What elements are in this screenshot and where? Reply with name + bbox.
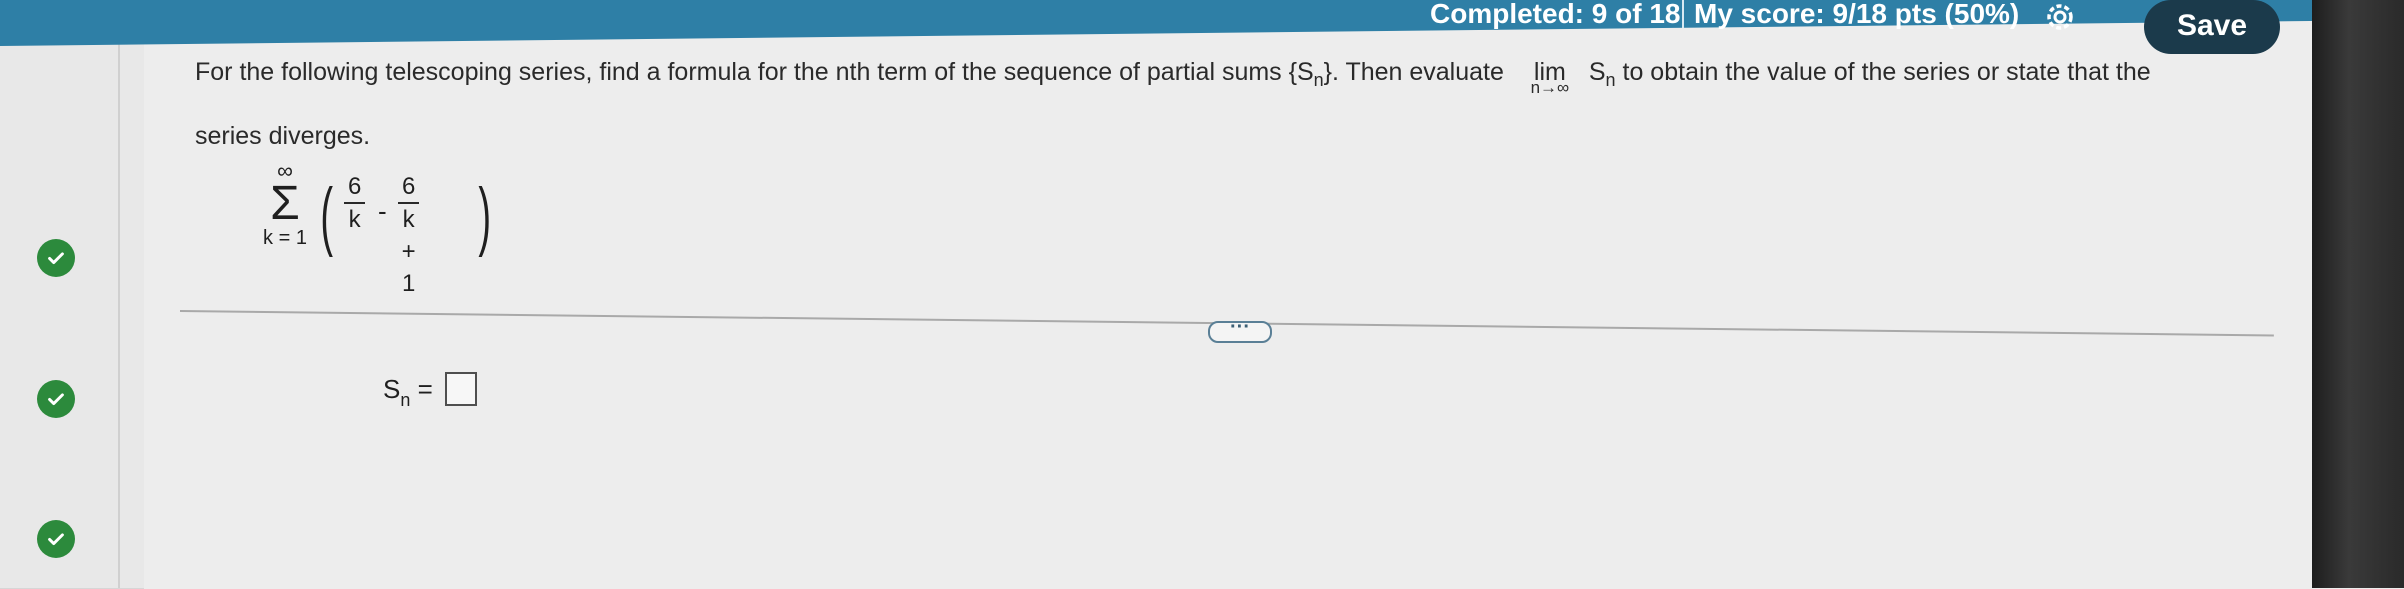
- answer-input[interactable]: [445, 372, 477, 406]
- question-text: For the following telescoping series, fi…: [195, 44, 2205, 164]
- summation: ∞ Σ k = 1: [250, 160, 320, 250]
- question-text-part: }. Then evaluate: [1323, 58, 1504, 86]
- checkmark-icon[interactable]: [37, 380, 75, 418]
- checkmark-icon[interactable]: [37, 239, 75, 277]
- fraction-denominator: k + 1: [401, 206, 416, 297]
- question-text-part: For the following telescoping series, fi…: [195, 58, 1314, 86]
- screen-bezel: [2312, 0, 2404, 588]
- fraction-2: 6 k + 1: [398, 172, 420, 300]
- sidebar-divider: [118, 0, 120, 588]
- summation-lower-limit: k = 1: [263, 227, 307, 249]
- fraction-1: 6 k: [344, 172, 366, 236]
- answer-label: Sn =: [383, 374, 433, 411]
- minus-sign: -: [378, 196, 387, 226]
- right-paren: ): [478, 173, 491, 258]
- more-button[interactable]: ···: [1208, 317, 1272, 343]
- question-area: For the following telescoping series, fi…: [195, 0, 2295, 588]
- question-sidebar: [0, 0, 144, 589]
- subscript: n: [1313, 70, 1324, 90]
- fraction-numerator: 6: [398, 172, 420, 204]
- limit-subscript: n→∞: [1530, 78, 1570, 97]
- limit-expression: lim n→∞: [1517, 44, 1583, 100]
- limit-term: S: [1588, 58, 1606, 86]
- fraction-numerator: 6: [344, 172, 366, 204]
- equals-sign: =: [410, 374, 433, 404]
- subscript: n: [400, 390, 411, 410]
- checkmark-icon[interactable]: [37, 520, 75, 558]
- fraction-denominator: k: [348, 206, 361, 233]
- subscript: n: [1605, 70, 1616, 90]
- answer-label-s: S: [383, 374, 401, 404]
- sigma-symbol: Σ: [270, 177, 300, 230]
- left-paren: (: [320, 173, 333, 258]
- sidebar-band: [0, 464, 144, 589]
- sidebar-band: [0, 92, 144, 185]
